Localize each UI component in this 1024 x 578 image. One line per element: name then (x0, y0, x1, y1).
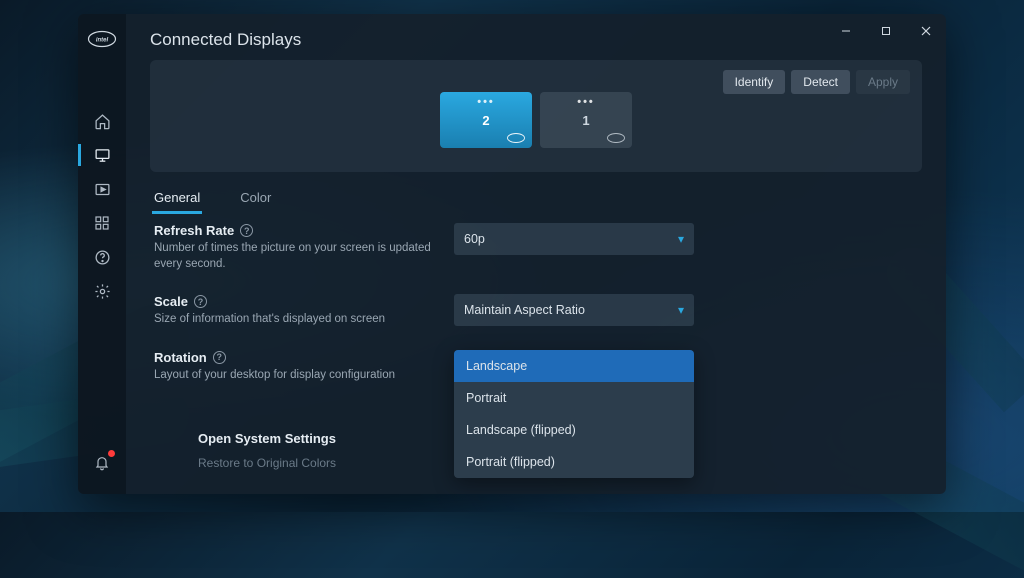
restore-colors-link[interactable]: Restore to Original Colors (198, 456, 336, 470)
apply-button[interactable]: Apply (856, 70, 910, 94)
rotation-option-portrait[interactable]: Portrait (454, 382, 694, 414)
page-title: Connected Displays (150, 30, 922, 50)
sidebar-item-help[interactable] (78, 240, 126, 274)
scale-value: Maintain Aspect Ratio (464, 303, 585, 317)
rotation-label: Rotation (154, 350, 207, 365)
main-content: Connected Displays Identify Detect Apply… (126, 14, 946, 494)
scale-desc: Size of information that's displayed on … (154, 312, 442, 328)
intel-badge-icon (606, 132, 626, 144)
video-icon (94, 181, 111, 198)
intel-logo: intel (87, 24, 117, 54)
display-id: 1 (582, 113, 589, 128)
rotation-desc: Layout of your desktop for display confi… (154, 368, 442, 384)
help-icon[interactable]: ? (240, 224, 253, 237)
rotation-option-landscape-flipped[interactable]: Landscape (flipped) (454, 414, 694, 446)
help-icon[interactable]: ? (194, 295, 207, 308)
sidebar-item-apps[interactable] (78, 206, 126, 240)
rotation-option-landscape[interactable]: Landscape (454, 350, 694, 382)
help-icon (94, 249, 111, 266)
notification-dot (108, 450, 115, 457)
more-icon[interactable]: ••• (577, 96, 595, 108)
display-tile-1[interactable]: ••• 1 (540, 92, 632, 148)
identify-button[interactable]: Identify (723, 70, 786, 94)
tabs: General Color (150, 182, 922, 213)
refresh-value: 60p (464, 232, 485, 246)
more-icon[interactable]: ••• (477, 96, 495, 108)
setting-row-refresh: Refresh Rate? Number of times the pictur… (154, 223, 918, 272)
setting-row-scale: Scale? Size of information that's displa… (154, 294, 918, 328)
display-id: 2 (482, 113, 489, 128)
sidebar-item-video[interactable] (78, 172, 126, 206)
intel-badge-icon (506, 132, 526, 144)
refresh-select[interactable]: 60p ▾ (454, 223, 694, 255)
tab-color[interactable]: Color (240, 182, 271, 213)
sidebar-item-home[interactable] (78, 104, 126, 138)
refresh-label: Refresh Rate (154, 223, 234, 238)
svg-text:intel: intel (96, 37, 109, 43)
app-window: intel Connected Displays Identify Detect… (78, 14, 946, 494)
scale-select[interactable]: Maintain Aspect Ratio ▾ (454, 294, 694, 326)
bell-icon (94, 455, 110, 471)
chevron-down-icon: ▾ (678, 303, 684, 317)
home-icon (94, 113, 111, 130)
sidebar: intel (78, 14, 126, 494)
displays-panel: Identify Detect Apply ••• 2 ••• 1 (150, 60, 922, 172)
footer-links: Open System Settings Restore to Original… (198, 431, 336, 470)
tab-general[interactable]: General (154, 182, 200, 213)
help-icon[interactable]: ? (213, 351, 226, 364)
sidebar-item-display[interactable] (78, 138, 126, 172)
chevron-down-icon: ▾ (678, 232, 684, 246)
scale-label: Scale (154, 294, 188, 309)
detect-button[interactable]: Detect (791, 70, 850, 94)
open-system-settings-link[interactable]: Open System Settings (198, 431, 336, 446)
notifications-button[interactable] (78, 446, 126, 480)
gear-icon (94, 283, 111, 300)
sidebar-item-settings[interactable] (78, 274, 126, 308)
grid-icon (94, 215, 110, 231)
refresh-desc: Number of times the picture on your scre… (154, 241, 442, 272)
monitor-icon (94, 147, 111, 164)
rotation-option-portrait-flipped[interactable]: Portrait (flipped) (454, 446, 694, 478)
rotation-dropdown[interactable]: Landscape Portrait Landscape (flipped) P… (454, 350, 694, 478)
display-tile-2[interactable]: ••• 2 (440, 92, 532, 148)
